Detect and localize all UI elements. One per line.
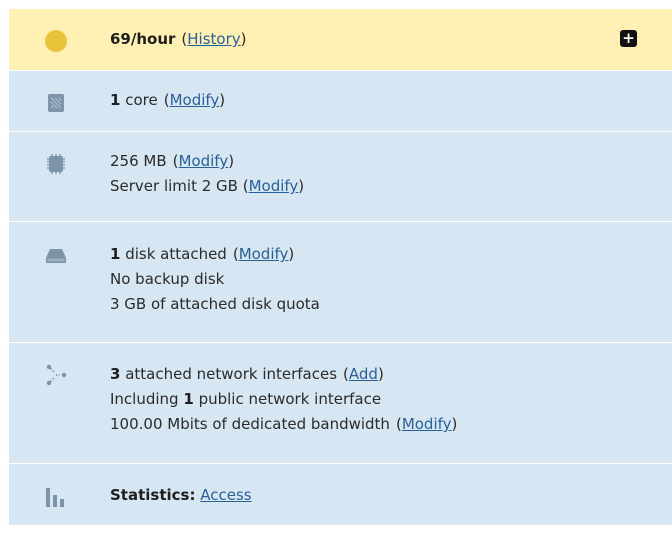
disk-quota-text: 3 GB of attached disk quota — [110, 295, 320, 313]
server-summary-panel: 69/hour (History) + 1 core (Modify) 256 MB… — [9, 9, 672, 525]
cpu-label: core — [125, 91, 158, 109]
ram-modify-link[interactable]: Modify — [179, 152, 229, 170]
bandwidth-modify-link[interactable]: Modify — [402, 415, 452, 433]
ram-text: 256 MB (Modify) Server limit 2 GB (Modify… — [110, 152, 305, 195]
statistics-label: Statistics: — [110, 486, 196, 504]
cpu-row: 1 core (Modify) — [9, 71, 672, 132]
memory-chip-icon — [47, 154, 65, 174]
network-count: 3 — [110, 365, 121, 383]
cost-text: 69/hour (History) — [110, 30, 247, 48]
network-row: 3 attached network interfaces (Add) Inclu… — [9, 343, 672, 464]
disk-count: 1 — [110, 245, 121, 263]
disk-modify-link[interactable]: Modify — [239, 245, 289, 263]
network-icon — [46, 364, 67, 386]
network-add-link[interactable]: Add — [349, 365, 378, 383]
statistics-text: Statistics: Access — [110, 483, 252, 508]
disk-label: disk attached — [125, 245, 227, 263]
backup-disk-text: No backup disk — [110, 270, 225, 288]
server-limit-text: Server limit 2 GB — [110, 177, 238, 195]
ram-row: 256 MB (Modify) Server limit 2 GB (Modify… — [9, 132, 672, 222]
disk-row: 1 disk attached (Modify) No backup disk 3… — [9, 222, 672, 343]
server-limit-modify-link[interactable]: Modify — [249, 177, 299, 195]
cpu-count: 1 — [110, 91, 121, 109]
disk-text: 1 disk attached (Modify) No backup disk 3… — [110, 245, 320, 313]
cpu-text: 1 core (Modify) — [110, 91, 226, 109]
ram-amount: 256 MB — [110, 152, 167, 170]
network-label: attached network interfaces — [125, 365, 338, 383]
coin-icon — [45, 30, 67, 52]
cost-rate: 69/hour — [110, 30, 176, 48]
expand-plus-button[interactable]: + — [620, 30, 637, 47]
bar-chart-icon — [46, 488, 64, 507]
bandwidth-text: 100.00 Mbits of dedicated bandwidth — [110, 415, 390, 433]
statistics-access-link[interactable]: Access — [200, 486, 251, 504]
cpu-modify-link[interactable]: Modify — [170, 91, 220, 109]
cost-row: 69/hour (History) + — [9, 9, 672, 71]
network-text: 3 attached network interfaces (Add) Inclu… — [110, 365, 458, 433]
public-interface-count: 1 — [183, 390, 194, 408]
cpu-icon — [48, 94, 64, 112]
hard-disk-icon — [46, 249, 66, 263]
statistics-row: Statistics: Access — [9, 464, 672, 525]
history-link[interactable]: History — [187, 30, 240, 48]
